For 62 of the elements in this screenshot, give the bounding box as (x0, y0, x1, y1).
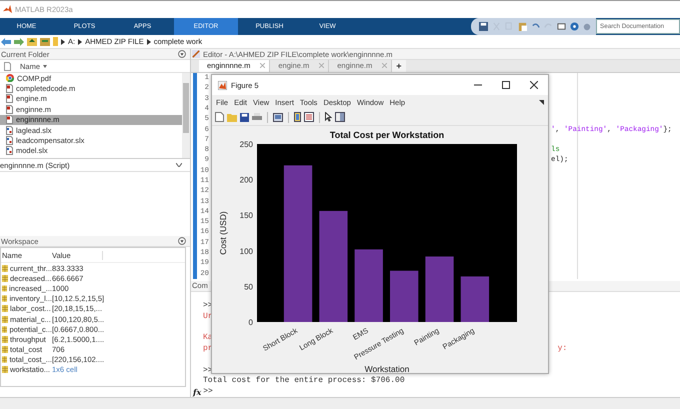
forward-arrow-icon[interactable] (14, 38, 24, 46)
up-folder-icon[interactable] (27, 37, 37, 46)
y-tick-label: 200 (240, 176, 253, 185)
editor-icon (192, 50, 200, 58)
variable-icon (2, 295, 8, 302)
command-prompt[interactable]: >> (203, 387, 213, 396)
variable-icon (2, 326, 8, 333)
chevron-icon (146, 38, 151, 44)
command-output: pr (203, 344, 213, 353)
y-axis-label: Cost (USD) (218, 211, 228, 255)
variable-icon (2, 305, 8, 312)
colorbar-icon[interactable] (294, 112, 301, 122)
variable-icon (2, 264, 8, 272)
folder-icon (53, 37, 58, 46)
back-arrow-icon[interactable] (1, 38, 11, 46)
variable-icon (2, 316, 8, 323)
chevron-icon (61, 38, 65, 44)
save-icon[interactable] (240, 112, 249, 122)
y-tick-label: 50 (244, 282, 253, 292)
bar (425, 256, 454, 322)
matlab-logo-icon (3, 5, 12, 14)
y-tick-label: 150 (240, 211, 253, 220)
close-icon[interactable] (530, 81, 538, 89)
browse-folder-icon[interactable] (40, 37, 50, 46)
command-output: Total cost for the entire process: $706.00 (203, 376, 405, 386)
variable-icon (2, 366, 8, 374)
command-output: y: (558, 344, 568, 353)
panel-toggle-icon[interactable] (335, 112, 345, 122)
bar (390, 270, 418, 322)
scrollbar[interactable] (182, 73, 190, 158)
variable-icon (2, 346, 8, 354)
page-icon (4, 62, 11, 70)
maximize-icon[interactable] (502, 81, 510, 89)
sort-icon (43, 64, 48, 68)
variable-icon (2, 284, 8, 292)
y-tick-label: 100 (240, 246, 253, 256)
bar (460, 276, 490, 322)
chevron-down-icon[interactable] (176, 163, 182, 167)
panel-menu-icon[interactable] (178, 237, 186, 245)
chart-title: Total Cost per Workstation (330, 130, 444, 140)
variable-icon (2, 356, 8, 364)
zoom-icon[interactable] (273, 112, 283, 122)
dock-arrow-icon[interactable] (539, 100, 544, 104)
panel-menu-icon[interactable] (178, 50, 186, 58)
variable-icon (2, 274, 8, 282)
window-icon[interactable] (557, 22, 566, 31)
x-axis-label: Workstation (364, 364, 410, 374)
legend-icon[interactable] (304, 112, 314, 122)
save-icon[interactable] (479, 22, 488, 31)
y-tick-label: 0 (248, 318, 253, 327)
function-icon[interactable]: fx (193, 386, 202, 397)
browser-logo-icon (6, 74, 14, 82)
help-icon[interactable] (570, 22, 579, 31)
dot-icon[interactable] (583, 22, 591, 30)
chevron-icon (78, 38, 82, 44)
variable-icon (2, 336, 8, 343)
y-tick-label: 250 (240, 140, 253, 149)
new-file-icon[interactable] (215, 112, 224, 122)
command-output: Ur (203, 312, 213, 321)
figure-icon (218, 80, 227, 90)
new-tab-button[interactable]: + (392, 60, 406, 72)
pointer-icon[interactable] (325, 112, 332, 122)
